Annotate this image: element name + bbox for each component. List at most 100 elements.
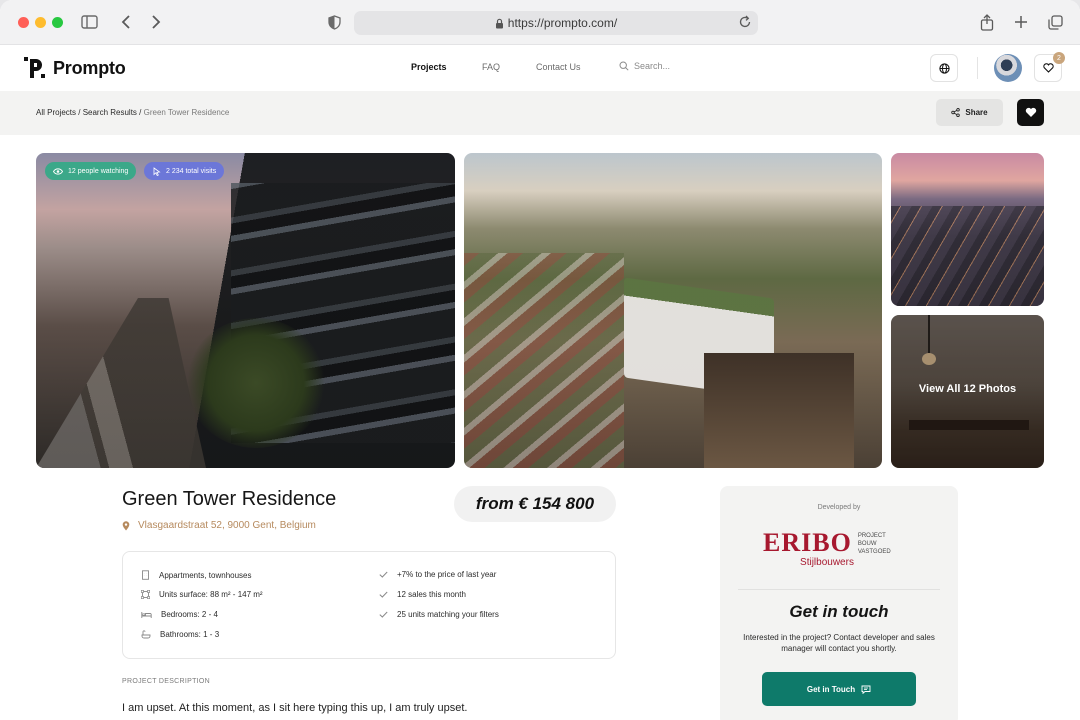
- building-icon: [142, 570, 149, 580]
- globe-icon: [938, 62, 950, 74]
- language-button[interactable]: [930, 54, 958, 82]
- minimize-window-button[interactable]: [35, 17, 46, 28]
- description-text: I am upset. At this moment, as I sit her…: [122, 702, 468, 714]
- photo-detail: [891, 206, 1044, 306]
- breadcrumb-current: Green Tower Residence: [143, 108, 230, 117]
- visits-label: 2 234 total visits: [166, 167, 217, 175]
- photo-detail: [186, 318, 326, 448]
- feature-text: +7% to the price of last year: [397, 570, 497, 579]
- header-divider: [977, 57, 978, 79]
- feature-building-type: Appartments, townhouses: [141, 570, 252, 580]
- tab-overview-icon[interactable]: [1045, 12, 1065, 32]
- aerial-photo[interactable]: [464, 153, 882, 468]
- shield-icon[interactable]: [324, 12, 344, 32]
- features-card: Appartments, townhouses Units surface: 8…: [122, 551, 616, 659]
- breadcrumb-bar: All Projects / Search Results / Green To…: [0, 91, 1080, 135]
- bath-icon: [141, 630, 151, 639]
- feature-text: 25 units matching your filters: [397, 610, 499, 619]
- feature-matching-units: 25 units matching your filters: [379, 610, 499, 619]
- page-title: Green Tower Residence: [122, 488, 337, 510]
- developer-logo-tagline: PROJECT BOUW VASTGOED: [858, 532, 891, 556]
- feature-sales: 12 sales this month: [379, 590, 466, 599]
- developer-logo-subtitle: Stijlbouwers: [800, 557, 854, 568]
- share-button[interactable]: Share: [936, 99, 1003, 126]
- get-in-touch-heading: Get in touch: [789, 602, 889, 621]
- feature-text: Bedrooms: 2 - 4: [161, 610, 218, 619]
- location-pin-icon: [122, 520, 130, 530]
- feature-bathrooms: Bathrooms: 1 - 3: [141, 630, 219, 639]
- reload-icon[interactable]: [739, 15, 752, 32]
- nav-faq[interactable]: FAQ: [482, 62, 500, 72]
- tagline-line: PROJECT: [857, 533, 886, 539]
- forward-icon[interactable]: [146, 12, 166, 32]
- browser-window: https://prompto.com/ Prompto Projects FA…: [0, 0, 1080, 720]
- check-icon: [379, 571, 388, 578]
- breadcrumb-all-projects[interactable]: All Projects: [36, 108, 76, 117]
- visits-pill: 2 234 total visits: [144, 162, 225, 180]
- tagline-line: VASTGOED: [857, 549, 891, 555]
- address-bar[interactable]: https://prompto.com/: [354, 11, 758, 35]
- project-address: Vlasgaardstraat 52, 9000 Gent, Belgium: [122, 520, 316, 531]
- nav-projects[interactable]: Projects: [411, 62, 447, 72]
- share-label: Share: [965, 108, 988, 117]
- coast-photo[interactable]: [891, 153, 1044, 306]
- view-all-photos-tile[interactable]: View All 12 Photos: [891, 315, 1044, 468]
- watching-pill: 12 people watching: [45, 162, 137, 180]
- breadcrumb: All Projects / Search Results / Green To…: [36, 108, 229, 117]
- url-text: https://prompto.com/: [507, 16, 618, 30]
- feature-text: Appartments, townhouses: [159, 570, 252, 580]
- prompto-logo-icon: [23, 56, 47, 80]
- developer-card: Developed by ERIBO PROJECT BOUW VASTGOED…: [720, 486, 958, 720]
- pointer-icon: [153, 166, 161, 176]
- feature-bedrooms: Bedrooms: 2 - 4: [141, 610, 218, 619]
- heart-filled-icon: [1025, 107, 1036, 117]
- feature-price-change: +7% to the price of last year: [379, 570, 496, 579]
- developer-logo-name: ERIBO: [763, 528, 852, 557]
- browser-toolbar: https://prompto.com/: [0, 0, 1080, 45]
- back-icon[interactable]: [116, 12, 136, 32]
- site-header: Prompto Projects FAQ Contact Us Search..…: [0, 45, 1080, 91]
- search-placeholder: Search...: [634, 61, 671, 71]
- favorite-project-button[interactable]: [1017, 99, 1044, 126]
- get-in-touch-button[interactable]: Get in Touch: [762, 672, 916, 706]
- new-tab-icon[interactable]: [1011, 12, 1031, 32]
- maximize-window-button[interactable]: [52, 17, 63, 28]
- breadcrumb-search-results[interactable]: Search Results: [83, 108, 137, 117]
- feature-surface: Units surface: 88 m² - 147 m²: [141, 590, 263, 599]
- get-in-touch-button-label: Get in Touch: [806, 684, 856, 694]
- search-icon: [619, 61, 629, 71]
- watching-label: 12 people watching: [68, 167, 129, 175]
- share-page-icon[interactable]: [977, 12, 997, 32]
- description-heading: PROJECT DESCRIPTION: [122, 678, 211, 685]
- developer-logo[interactable]: ERIBO PROJECT BOUW VASTGOED Stijlbouwers: [763, 528, 891, 569]
- feature-text: 12 sales this month: [397, 590, 466, 599]
- share-icon: [951, 108, 961, 117]
- search-input[interactable]: Search...: [619, 61, 670, 71]
- prompto-logo[interactable]: Prompto: [23, 56, 126, 80]
- nav-contact-us[interactable]: Contact Us: [536, 62, 581, 72]
- divider: [738, 589, 940, 590]
- address-text: Vlasgaardstraat 52, 9000 Gent, Belgium: [138, 520, 316, 531]
- developed-by-label: Developed by: [817, 504, 861, 511]
- main-photo[interactable]: [36, 153, 455, 468]
- check-icon: [379, 611, 388, 618]
- favorites-count-badge: 2: [1053, 52, 1065, 64]
- avatar[interactable]: [994, 54, 1022, 82]
- get-in-touch-text: Interested in the project? Contact devel…: [743, 633, 935, 653]
- tagline-line: BOUW: [857, 541, 877, 547]
- eye-icon: [53, 167, 63, 175]
- photo-detail: [464, 253, 624, 468]
- photo-detail: [704, 353, 854, 468]
- feature-text: Bathrooms: 1 - 3: [160, 630, 220, 639]
- sidebar-toggle-icon[interactable]: [79, 12, 99, 32]
- close-window-button[interactable]: [18, 17, 29, 28]
- breadcrumb-separator: /: [76, 108, 83, 117]
- logo-text: Prompto: [53, 57, 126, 78]
- price-badge: from € 154 800: [454, 486, 616, 522]
- view-all-photos-label: View All 12 Photos: [918, 383, 1017, 395]
- check-icon: [379, 591, 388, 598]
- lock-icon: [495, 18, 504, 29]
- message-icon: [861, 685, 871, 694]
- bed-icon: [141, 611, 152, 618]
- heart-icon: [1042, 63, 1054, 73]
